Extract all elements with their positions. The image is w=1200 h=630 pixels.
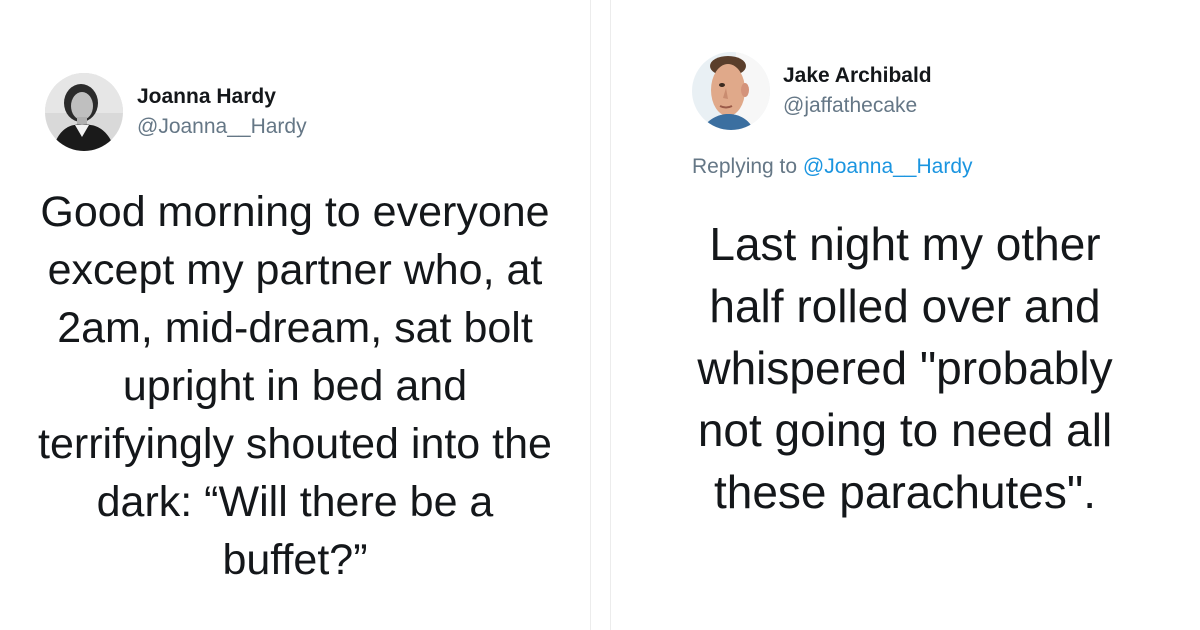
tweet-comparison-image: Joanna Hardy @Joanna__Hardy Good morning… bbox=[0, 0, 1200, 630]
tweet-card-joanna: Joanna Hardy @Joanna__Hardy Good morning… bbox=[0, 0, 590, 630]
panel-divider bbox=[590, 0, 591, 630]
avatar-woman-portrait-icon bbox=[45, 73, 123, 151]
avatar-joanna[interactable] bbox=[45, 73, 123, 151]
author-name[interactable]: Jake Archibald bbox=[783, 64, 932, 88]
reply-mention-link[interactable]: @Joanna__Hardy bbox=[803, 155, 973, 178]
tweet-text: Good morning to everyone except my partn… bbox=[38, 188, 552, 584]
avatar-man-portrait-icon bbox=[692, 52, 770, 130]
author-handle[interactable]: @jaffathecake bbox=[783, 94, 917, 118]
avatar-jake[interactable] bbox=[692, 52, 770, 130]
replying-to-line: Replying to @Joanna__Hardy bbox=[692, 155, 973, 179]
author-name[interactable]: Joanna Hardy bbox=[137, 85, 276, 109]
tweet-card-jake: Jake Archibald @jaffathecake Replying to… bbox=[610, 0, 1200, 630]
tweet-text: Last night my other half rolled over and… bbox=[697, 218, 1113, 518]
replying-prefix: Replying to bbox=[692, 155, 803, 178]
author-handle[interactable]: @Joanna__Hardy bbox=[137, 115, 307, 139]
